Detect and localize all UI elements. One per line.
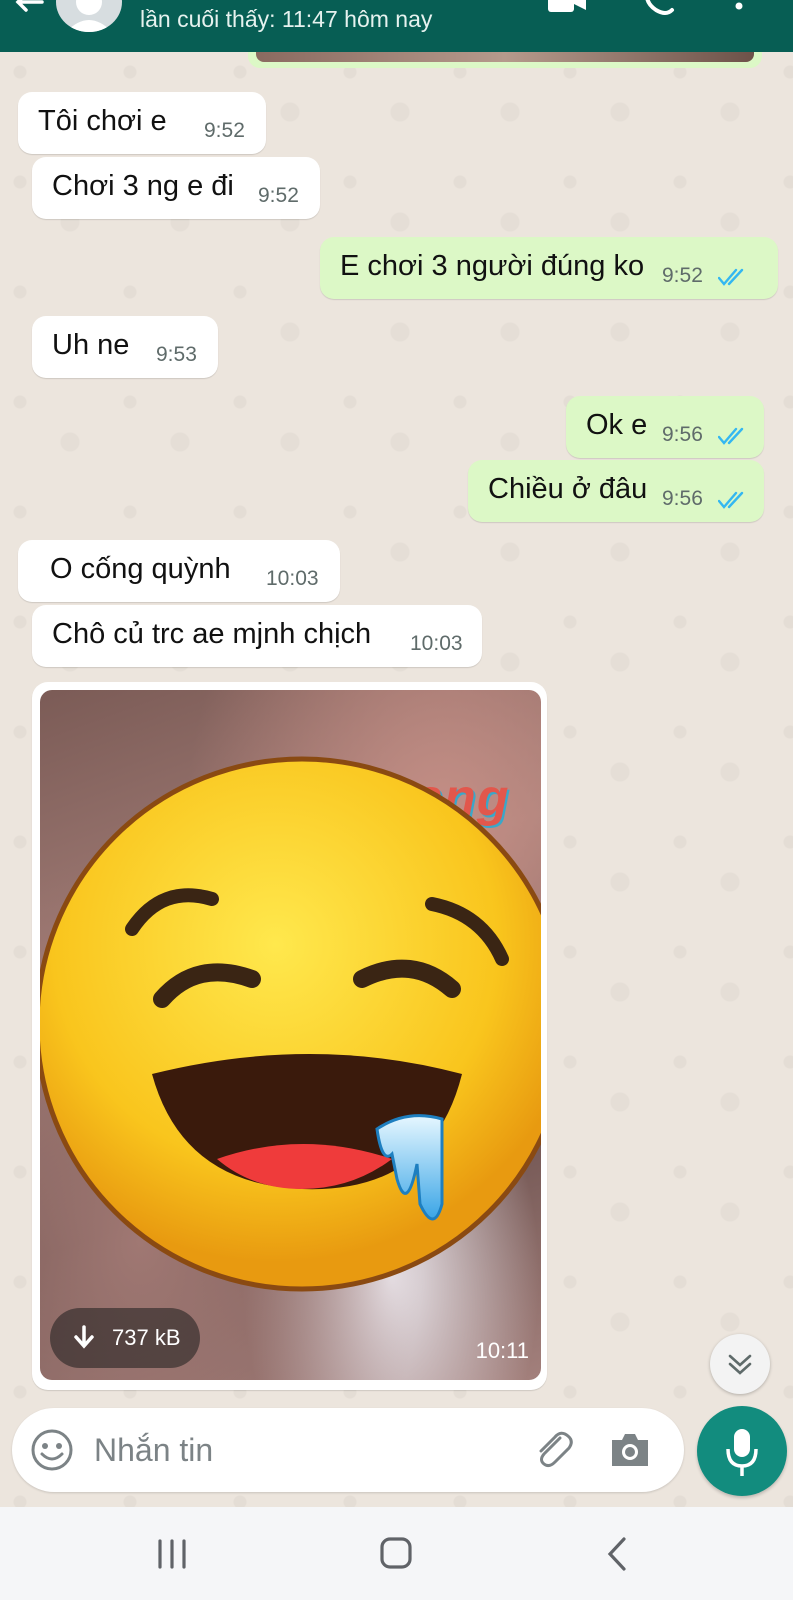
video-call-icon[interactable] <box>548 0 588 18</box>
chat-header: lần cuối thấy: 11:47 hôm nay <box>0 0 793 52</box>
double-chevron-down-icon <box>728 1354 752 1375</box>
message-time: 9:56 <box>662 423 703 446</box>
home-icon[interactable] <box>366 1529 426 1579</box>
message-bubble[interactable]: Ok e 9:56 <box>566 396 764 458</box>
download-button[interactable]: 737 kB <box>50 1308 200 1368</box>
message-bubble[interactable]: Chiều ở đâu 9:56 <box>468 460 764 522</box>
message-bubble[interactable]: E chơi 3 người đúng ko 9:52 <box>320 237 778 299</box>
avatar[interactable] <box>56 0 122 32</box>
back-arrow-icon[interactable] <box>8 0 48 22</box>
camera-icon[interactable] <box>608 1428 652 1472</box>
media-thumbnail[interactable]: Rphang <box>40 690 541 1380</box>
paperclip-icon[interactable] <box>530 1426 576 1472</box>
message-text: O cống quỳnh <box>50 553 231 585</box>
message-bubble[interactable]: Tôi chơi e 9:52 <box>18 92 266 154</box>
message-time: 10:03 <box>410 632 463 655</box>
read-ticks-icon <box>718 491 744 509</box>
system-navigation-bar <box>0 1507 793 1600</box>
media-message[interactable]: Rphang <box>32 682 547 1390</box>
message-time: 9:52 <box>662 264 703 287</box>
previous-media-message[interactable] <box>248 52 762 68</box>
message-composer <box>12 1408 684 1492</box>
drooling-face-emoji-icon <box>40 756 541 1292</box>
mic-button[interactable] <box>697 1406 787 1496</box>
mic-icon <box>726 1429 758 1476</box>
read-ticks-icon <box>718 427 744 445</box>
back-icon[interactable] <box>588 1529 648 1579</box>
message-bubble[interactable]: O cống quỳnh 10:03 <box>18 540 340 602</box>
message-bubble[interactable]: Chô củ trc ae mjnh chịch 10:03 <box>32 605 482 667</box>
message-text: E chơi 3 người đúng ko <box>340 250 645 282</box>
chat-area[interactable]: Tôi chơi e 9:52 Chơi 3 ng e đi 9:52 E ch… <box>0 52 793 1507</box>
message-time: 9:52 <box>258 184 299 207</box>
download-arrow-icon <box>74 1325 94 1349</box>
message-text: Ok e <box>586 409 648 441</box>
media-time: 10:11 <box>475 1338 529 1363</box>
read-ticks-icon <box>718 268 744 286</box>
message-bubble[interactable]: Chơi 3 ng e đi 9:52 <box>32 157 320 219</box>
message-time: 9:52 <box>204 119 245 142</box>
more-options-icon[interactable] <box>732 0 746 14</box>
scroll-to-bottom-button[interactable] <box>710 1334 770 1394</box>
recent-apps-icon[interactable] <box>142 1529 202 1579</box>
file-size-label: 737 kB <box>112 1325 181 1350</box>
voice-call-icon[interactable] <box>640 0 680 16</box>
message-time: 9:56 <box>662 487 703 510</box>
message-time: 9:53 <box>156 343 197 366</box>
message-text: Chô củ trc ae mjnh chịch <box>52 618 372 650</box>
message-text: Tôi chơi e <box>38 105 167 137</box>
message-text: Uh ne <box>52 329 130 361</box>
last-seen-status[interactable]: lần cuối thấy: 11:47 hôm nay <box>140 6 432 33</box>
message-text: Chơi 3 ng e đi <box>52 170 234 202</box>
emoji-icon[interactable] <box>30 1428 74 1472</box>
message-bubble[interactable]: Uh ne 9:53 <box>32 316 218 378</box>
message-input[interactable] <box>92 1426 496 1474</box>
message-text: Chiều ở đâu <box>488 473 648 505</box>
message-time: 10:03 <box>266 567 319 590</box>
